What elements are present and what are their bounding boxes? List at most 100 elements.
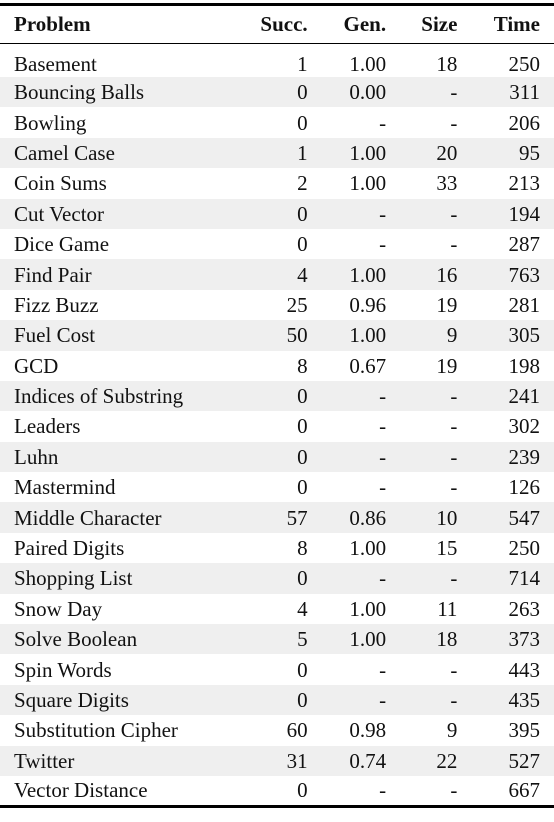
- table-row: Substitution Cipher 60 0.98 9 395: [0, 715, 554, 745]
- cell-problem: Spin Words: [14, 657, 112, 682]
- table-row: Luhn 0 - - 239: [0, 441, 554, 473]
- cell-size: 20: [436, 140, 458, 165]
- cell-time: 763: [508, 262, 541, 287]
- cell-problem: Snow Day: [14, 596, 103, 621]
- table-row: Camel Case 1 1.00 20 95: [0, 137, 554, 169]
- cell-problem: Paired Digits: [14, 536, 125, 561]
- cell-size: 33: [436, 171, 458, 196]
- cell-problem: Substitution Cipher: [14, 718, 178, 743]
- header-row: Problem Succ. Gen. Size Time: [0, 5, 554, 44]
- cell-size: -: [450, 657, 458, 682]
- table-row: Coin Sums 2 1.00 33 213: [0, 168, 554, 198]
- cell-gen: 1.00: [349, 171, 387, 196]
- table-row: Find Pair 4 1.00 16 763: [0, 259, 554, 290]
- cell-succ: 31: [286, 748, 308, 773]
- cell-size: 22: [436, 748, 458, 773]
- cell-problem: Cut Vector: [14, 201, 105, 226]
- cell-problem: Camel Case: [14, 140, 115, 165]
- cell-time: 250: [508, 536, 541, 561]
- table-header: Problem Succ. Gen. Size Time: [0, 5, 554, 44]
- table-row: Snow Day 4 1.00 11 263: [0, 594, 554, 624]
- cell-succ: 0: [297, 778, 308, 803]
- cell-problem: Twitter: [14, 748, 75, 773]
- table-row: Square Digits 0 - - 435: [0, 684, 554, 716]
- cell-size: -: [450, 110, 458, 135]
- cell-time: 198: [508, 353, 541, 378]
- cell-size: -: [450, 475, 458, 500]
- cell-gen: 0.96: [349, 292, 387, 317]
- cell-succ: 0: [297, 566, 308, 591]
- cell-problem: Bowling: [14, 110, 87, 135]
- cell-problem: Shopping List: [14, 566, 133, 591]
- table-body: Basement 1 1.00 18 250 Bouncing Balls 0 0.00-31…: [0, 44, 554, 807]
- cell-time: 667: [508, 778, 541, 803]
- table-row: Cut Vector 0 - - 194: [0, 198, 554, 229]
- cell-succ: 8: [297, 353, 308, 378]
- cell-gen: 1.00: [349, 596, 387, 621]
- cell-time: 305: [508, 323, 541, 348]
- cell-gen: -: [379, 444, 387, 469]
- table-row: Paired Digits 8 1.00 15 250: [0, 533, 554, 563]
- cell-time: 194: [508, 201, 541, 226]
- cell-succ: 1: [297, 52, 308, 76]
- cell-succ: 25: [286, 292, 308, 317]
- cell-time: 126: [508, 475, 541, 500]
- cell-succ: 0: [297, 444, 308, 469]
- cell-succ: 0: [297, 688, 308, 712]
- cell-succ: 50: [286, 323, 308, 348]
- cell-problem: Luhn: [14, 444, 59, 469]
- cell-gen: -: [379, 566, 387, 591]
- cell-size: 16: [436, 262, 458, 287]
- cell-succ: 5: [297, 627, 308, 652]
- cell-time: 287: [508, 232, 541, 257]
- cell-problem: Fuel Cost: [14, 323, 96, 348]
- cell-size: -: [450, 778, 458, 803]
- table-row: Solve Boolean 5 1.00 18 373: [0, 624, 554, 655]
- cell-time: 250: [508, 52, 541, 76]
- cell-problem: Indices of Substring: [14, 384, 184, 409]
- cell-succ: 4: [297, 596, 308, 621]
- cell-time: 714: [508, 566, 541, 591]
- cell-size: -: [450, 201, 458, 226]
- cell-gen: 0.00: [349, 80, 387, 105]
- cell-gen: 1.00: [349, 536, 387, 561]
- table-row: Leaders 0 - - 302: [0, 411, 554, 441]
- cell-time: 435: [508, 688, 541, 712]
- cell-size: -: [450, 414, 458, 439]
- table-row: Bouncing Balls 0 0.00 - 311: [0, 77, 554, 108]
- header-succ: Succ.: [260, 12, 308, 36]
- cell-gen: 1.00: [349, 323, 387, 348]
- cell-gen: 1.00: [349, 627, 387, 652]
- cell-size: -: [450, 232, 458, 257]
- cell-size: -: [450, 80, 458, 105]
- cell-time: 239: [508, 444, 541, 469]
- cell-gen: -: [379, 657, 387, 682]
- cell-problem: Find Pair: [14, 262, 92, 287]
- cell-size: 19: [436, 353, 458, 378]
- table-row: Spin Words 0 - - 443: [0, 654, 554, 684]
- cell-size: 18: [436, 52, 458, 76]
- cell-time: 302: [508, 414, 541, 439]
- cell-gen: 0.98: [349, 718, 387, 743]
- table-row: Fuel Cost 50 1.00 9 305: [0, 320, 554, 351]
- table-row: Middle Character 57 0.86 10 547: [0, 502, 554, 533]
- cell-succ: 0: [297, 414, 308, 439]
- cell-problem: Coin Sums: [14, 171, 107, 196]
- cell-size: 10: [436, 505, 458, 530]
- cell-time: 241: [508, 384, 541, 409]
- cell-gen: -: [379, 414, 387, 439]
- cell-problem: GCD: [14, 353, 59, 378]
- cell-problem: Square Digits: [14, 688, 129, 712]
- table-row: Basement 1 1.00 18 250: [0, 44, 554, 78]
- cell-gen: 1.00: [349, 52, 387, 76]
- header-problem: Problem: [14, 12, 91, 36]
- cell-gen: -: [379, 232, 387, 257]
- cell-gen: 0.74: [349, 748, 387, 773]
- cell-problem: Middle Character: [14, 505, 162, 530]
- cell-time: 281: [508, 292, 541, 317]
- cell-problem: Solve Boolean: [14, 627, 138, 652]
- cell-succ: 0: [297, 657, 308, 682]
- cell-size: -: [450, 566, 458, 591]
- table-row: Fizz Buzz 25 0.96 19 281: [0, 290, 554, 320]
- cell-succ: 0: [297, 232, 308, 257]
